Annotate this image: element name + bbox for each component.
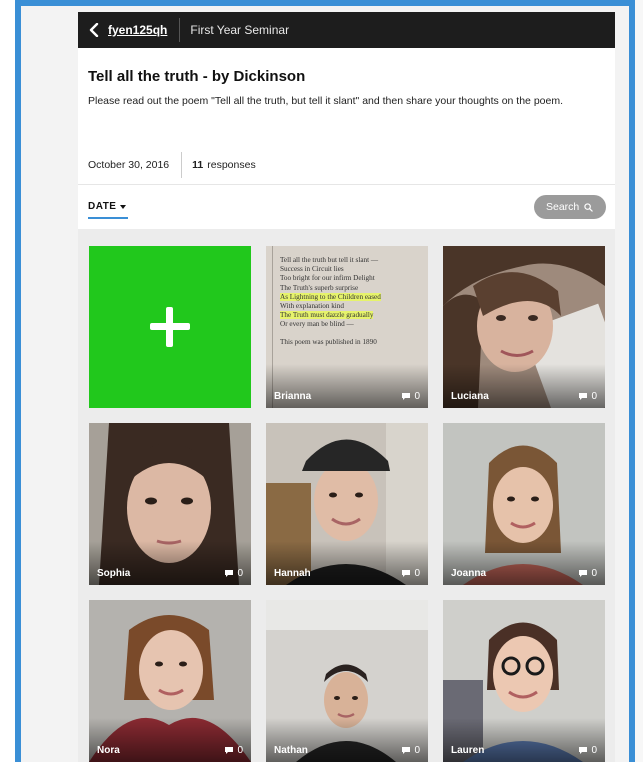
poem-line: Tell all the truth but tell it slant —	[280, 256, 379, 264]
poem-line: Or every man be blind —	[280, 320, 354, 329]
response-tile[interactable]: Nathan 0	[266, 600, 428, 762]
poem-text: Tell all the truth but tell it slant — S…	[280, 256, 381, 347]
poem-line: Too bright for our infirm Delight	[280, 274, 375, 283]
app-container: fyen125qh First Year Seminar Tell all th…	[78, 12, 615, 762]
topic-header: Tell all the truth - by Dickinson Please…	[78, 48, 615, 184]
comment-icon	[225, 570, 234, 577]
comment-icon	[402, 747, 411, 754]
filter-bar: DATE Search	[78, 184, 615, 229]
comment-icon	[402, 570, 411, 577]
comment-count-value: 0	[591, 568, 597, 579]
comment-count: 0	[224, 568, 243, 579]
poem-line: The Truth's superb surprise	[280, 283, 359, 292]
response-tile[interactable]: Joanna 0	[443, 423, 605, 585]
topbar-divider	[179, 18, 181, 42]
comment-icon	[579, 570, 588, 577]
poem-line: With explanation kind	[280, 302, 344, 311]
comment-count-value: 0	[237, 745, 243, 756]
comment-count: 0	[401, 745, 420, 756]
add-response-button[interactable]	[89, 246, 251, 408]
outer-strip	[635, 0, 643, 762]
comment-count-value: 0	[237, 568, 243, 579]
poem-line-highlighted: The Truth must dazzle gradually	[280, 311, 374, 320]
comment-count: 0	[224, 745, 243, 756]
topic-description: Please read out the poem "Tell all the t…	[88, 95, 563, 107]
responses-count: 11	[192, 159, 204, 171]
response-tile[interactable]: Luciana 0	[443, 246, 605, 408]
sort-underline	[88, 217, 128, 219]
comment-count-value: 0	[414, 745, 420, 756]
responder-name: Brianna	[274, 391, 312, 402]
chevron-left-icon	[89, 23, 99, 37]
search-icon	[584, 202, 594, 212]
plus-icon	[150, 307, 190, 347]
course-name: First Year Seminar	[190, 23, 290, 37]
response-tile[interactable]: Nora 0	[89, 600, 251, 762]
caret-down-icon	[120, 204, 127, 209]
responder-name: Hannah	[274, 568, 311, 579]
comment-count-value: 0	[591, 745, 597, 756]
poem-line: Success in Circuit lies	[280, 265, 344, 274]
responses-label: responses	[207, 159, 256, 171]
comment-count: 0	[578, 568, 597, 579]
comment-count-value: 0	[591, 391, 597, 402]
back-button[interactable]: fyen125qh	[78, 12, 167, 48]
comment-count-value: 0	[414, 391, 420, 402]
comment-icon	[579, 747, 588, 754]
response-tile[interactable]: Hannah 0	[266, 423, 428, 585]
search-label: Search	[546, 201, 580, 213]
responder-name: Lauren	[451, 745, 485, 756]
topic-meta: October 30, 2016 11 responses	[88, 152, 256, 178]
comment-count: 0	[401, 391, 420, 402]
response-tile[interactable]: Sophia 0	[89, 423, 251, 585]
response-tile[interactable]: Tell all the truth but tell it slant — S…	[266, 246, 428, 408]
responder-name: Joanna	[451, 568, 487, 579]
responder-name: Nathan	[274, 745, 308, 756]
poem-line-highlighted: As Lightning to the Children eased	[280, 292, 381, 301]
comment-count: 0	[578, 745, 597, 756]
response-tile[interactable]: Lauren 0	[443, 600, 605, 762]
poem-footnote: This poem was published in 1890	[280, 337, 377, 346]
sort-dropdown[interactable]: DATE	[88, 201, 127, 212]
topic-title: Tell all the truth - by Dickinson	[88, 68, 306, 85]
responder-name: Luciana	[451, 391, 489, 402]
responder-name: Sophia	[97, 568, 131, 579]
topic-date: October 30, 2016	[88, 159, 170, 171]
search-button[interactable]: Search	[534, 195, 606, 219]
top-bar: fyen125qh First Year Seminar	[78, 12, 615, 48]
comment-count: 0	[578, 391, 597, 402]
comment-icon	[402, 393, 411, 400]
comment-icon	[579, 393, 588, 400]
comment-icon	[225, 747, 234, 754]
sort-label: DATE	[88, 201, 117, 212]
meta-divider	[181, 152, 183, 178]
group-name-link[interactable]: fyen125qh	[108, 23, 167, 37]
comment-count: 0	[401, 568, 420, 579]
responder-name: Nora	[97, 745, 120, 756]
comment-count-value: 0	[414, 568, 420, 579]
